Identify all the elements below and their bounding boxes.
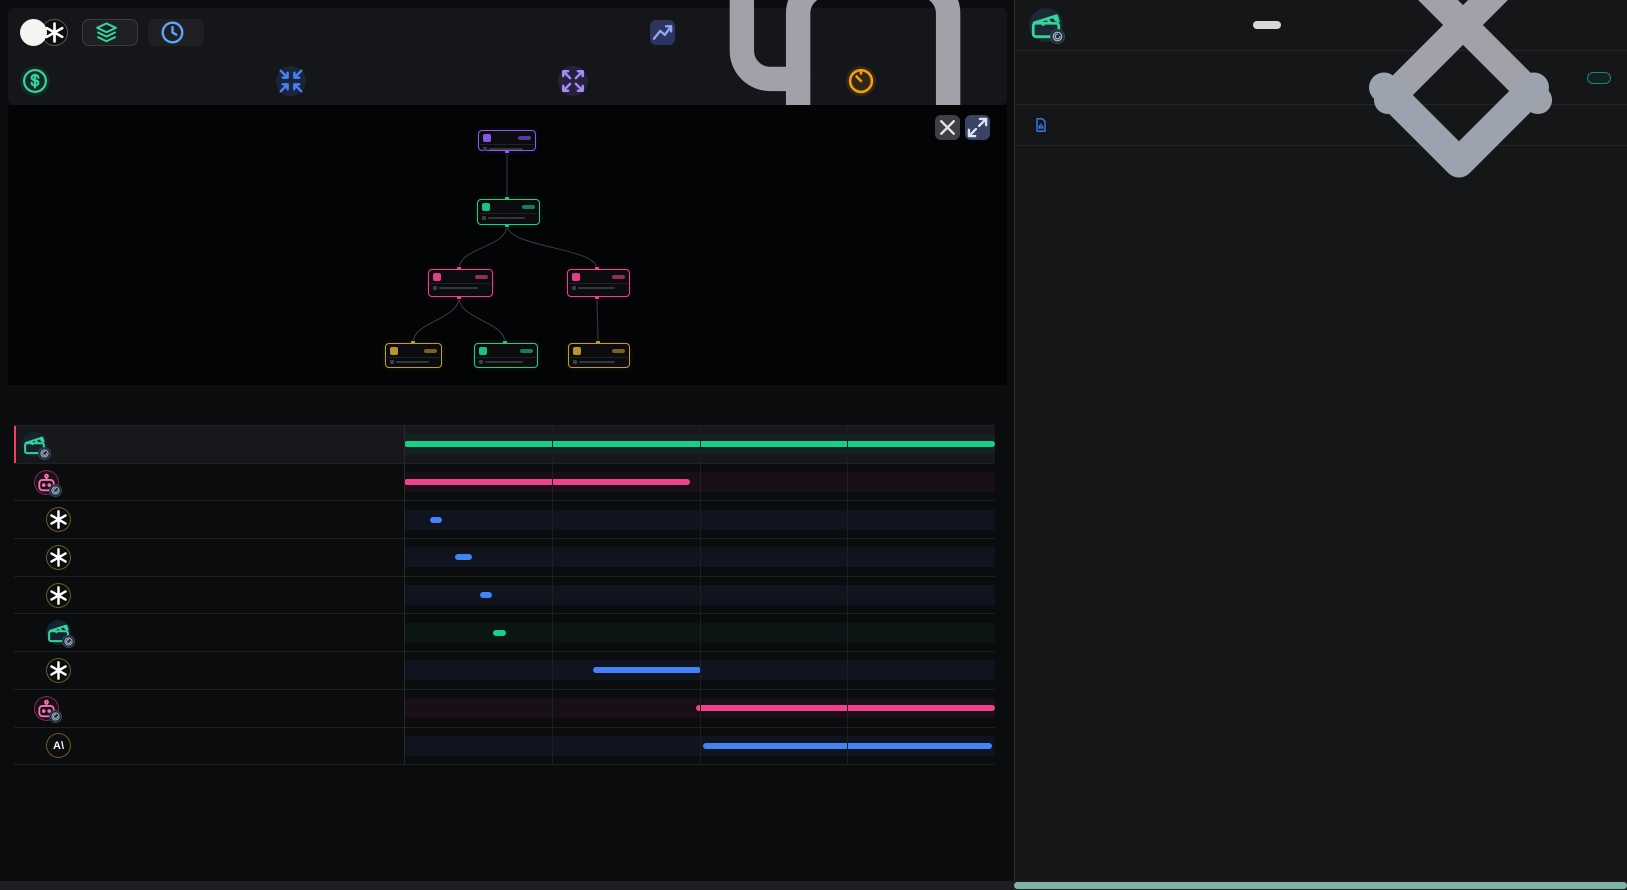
node-duration-badge <box>612 349 625 353</box>
anthropic-icon: A\ <box>46 733 71 758</box>
chevron-down-icon[interactable] <box>1309 0 1609 275</box>
node-type-icon <box>572 273 580 281</box>
trace-header-row <box>8 8 1007 56</box>
timeline-bar <box>493 630 506 636</box>
arrows-in-icon <box>276 66 306 96</box>
node-subtitle <box>476 357 536 366</box>
node-duration-badge <box>520 349 533 353</box>
traces-count-chip[interactable] <box>82 19 138 46</box>
openai-icon <box>46 658 71 683</box>
graph-node[interactable] <box>567 269 630 297</box>
timeline-bar <box>430 517 442 523</box>
node-duration-badge <box>424 349 437 353</box>
agent-icon <box>34 696 59 721</box>
graph-node[interactable] <box>385 343 442 368</box>
node-subtitle <box>480 144 534 153</box>
trace-detail-pane: A\ <box>0 0 1014 890</box>
stat-input <box>276 56 558 105</box>
waterfall-section: A\ <box>14 392 995 765</box>
stat-cost <box>20 56 276 105</box>
metrics-chart-button[interactable] <box>650 20 675 45</box>
openai-icon <box>46 545 71 570</box>
node-duration-badge <box>522 205 535 209</box>
node-duration-badge <box>475 275 488 279</box>
clock-icon <box>159 19 186 46</box>
gridline <box>552 426 553 765</box>
trace-summary-card <box>8 8 1007 105</box>
agentops-badge-icon <box>49 484 62 497</box>
crewai-icon <box>46 620 71 645</box>
attributes-section-toggle[interactable] <box>1015 105 1627 146</box>
timeline-bar <box>480 592 492 598</box>
provider-avatars <box>20 19 68 46</box>
node-subtitle <box>387 357 440 366</box>
node-subtitle <box>479 213 538 222</box>
span-detail-panel <box>1014 0 1627 890</box>
trace-viewer-app: A\ <box>0 0 1627 890</box>
node-type-icon <box>482 203 490 211</box>
last-updated-chip <box>148 19 204 46</box>
document-icon <box>1033 117 1049 133</box>
node-type-icon <box>573 347 581 355</box>
gridline <box>700 426 701 765</box>
node-duration-badge <box>612 275 625 279</box>
timeline-bar <box>455 554 471 560</box>
graph-node[interactable] <box>428 269 493 297</box>
crewai-icon <box>1029 8 1063 42</box>
arrows-out-icon <box>558 66 588 96</box>
agentops-badge-icon <box>38 447 51 460</box>
graph-node[interactable] <box>478 130 536 151</box>
agentops-badge-icon <box>49 710 62 723</box>
scrollbar-thumb[interactable] <box>1014 882 1627 889</box>
timeline-bar <box>593 667 701 673</box>
anthropic-logo-icon <box>20 19 47 46</box>
graph-node[interactable] <box>474 343 538 368</box>
timeline-bar <box>404 479 690 485</box>
horizontal-scrollbar <box>0 881 1627 890</box>
gridline <box>404 426 405 765</box>
waterfall-table: A\ <box>14 425 995 765</box>
node-duration-badge <box>518 136 531 140</box>
agentops-badge-icon <box>1050 29 1065 44</box>
trace-graph-canvas <box>8 105 1007 385</box>
agentops-badge-icon <box>62 635 75 648</box>
node-type-icon <box>390 347 398 355</box>
node-type-icon <box>433 273 441 281</box>
layers-icon <box>94 20 119 45</box>
openai-icon <box>46 583 71 608</box>
gridline <box>847 426 848 765</box>
timeline-bar <box>696 705 995 711</box>
graph-close-button[interactable] <box>935 115 960 140</box>
graph-expand-button[interactable] <box>965 115 990 140</box>
waterfall-time-axis <box>14 392 995 425</box>
tab-ui[interactable] <box>1253 21 1281 29</box>
graph-node[interactable] <box>477 199 540 225</box>
node-subtitle <box>569 283 628 292</box>
node-subtitle <box>430 283 491 292</box>
graph-node[interactable] <box>568 343 630 368</box>
node-type-icon <box>479 347 487 355</box>
node-type-icon <box>483 134 491 142</box>
crewai-icon <box>22 432 47 457</box>
openai-icon <box>46 507 71 532</box>
agent-icon <box>34 470 59 495</box>
node-subtitle <box>570 357 628 366</box>
dollar-icon <box>20 66 50 96</box>
